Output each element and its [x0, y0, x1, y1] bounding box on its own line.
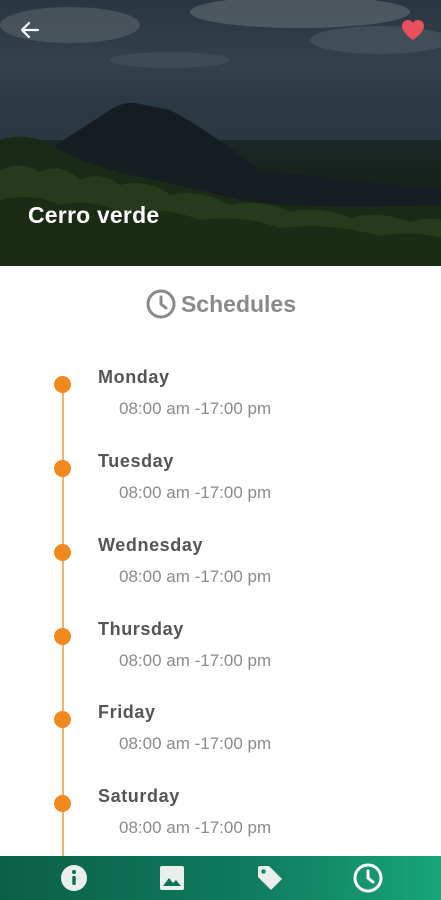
clock-icon [353, 863, 383, 893]
schedule-item: Monday 08:00 am -17:00 pm [0, 367, 441, 460]
tag-icon [258, 866, 282, 890]
day-hours: 08:00 am -17:00 pm [119, 734, 272, 753]
timeline-dot [54, 628, 71, 645]
arrow-left-icon [20, 21, 40, 39]
nav-tags[interactable] [240, 856, 300, 900]
schedule-item: Thursday 08:00 am -17:00 pm [0, 619, 441, 712]
day-hours: 08:00 am -17:00 pm [119, 567, 272, 586]
place-title: Cerro verde [28, 202, 160, 228]
schedule-item: Tuesday 08:00 am -17:00 pm [0, 451, 441, 544]
day-name: Thursday [98, 619, 184, 639]
timeline-dot [54, 376, 71, 393]
heart-icon [402, 20, 424, 40]
day-name: Saturday [98, 786, 180, 806]
nav-info[interactable] [44, 856, 104, 900]
image-icon [160, 866, 184, 890]
nav-gallery[interactable] [142, 856, 202, 900]
day-hours: 08:00 am -17:00 pm [119, 483, 272, 502]
timeline-dot [54, 544, 71, 561]
favorite-button[interactable] [397, 14, 429, 46]
timeline-dot [54, 711, 71, 728]
clock-icon [146, 289, 176, 319]
schedule-item: Friday 08:00 am -17:00 pm [0, 702, 441, 795]
day-hours: 08:00 am -17:00 pm [119, 818, 272, 837]
bottom-navigation [0, 856, 441, 900]
section-title: Schedules [180, 290, 297, 317]
info-icon [61, 865, 87, 891]
schedule-item: Wednesday 08:00 am -17:00 pm [0, 535, 441, 628]
day-hours: 08:00 am -17:00 pm [119, 399, 272, 418]
hero-header: Cerro verde [0, 0, 441, 266]
day-hours: 08:00 am -17:00 pm [119, 651, 272, 670]
day-name: Monday [98, 367, 170, 387]
timeline-dot [54, 460, 71, 477]
day-name: Wednesday [98, 535, 204, 555]
timeline-dot [54, 795, 71, 812]
day-name: Tuesday [98, 451, 174, 471]
nav-schedules[interactable] [338, 856, 398, 900]
schedules-header: Schedules [0, 286, 441, 322]
day-name: Friday [98, 702, 156, 722]
back-button[interactable] [14, 14, 46, 46]
